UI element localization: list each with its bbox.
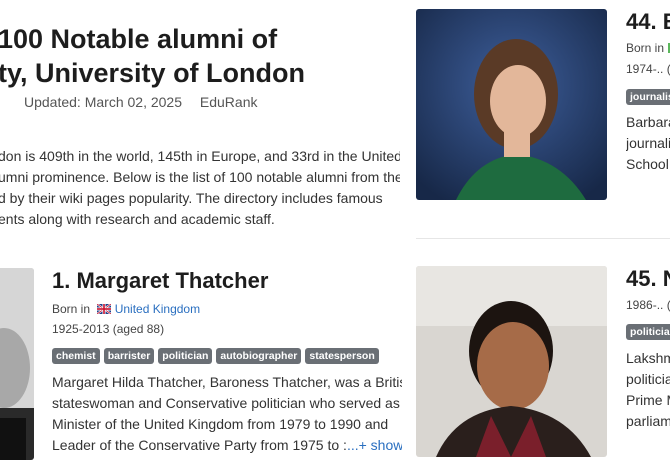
alumni-name-45[interactable]: 45. N (626, 266, 670, 292)
intro-line: ents along with research and academic st… (0, 211, 275, 227)
divider (416, 238, 670, 239)
source-name: EduRank (199, 94, 258, 110)
alumni-photo-44[interactable] (416, 9, 607, 200)
intro-line: don is 409th in the world, 145th in Euro… (0, 148, 400, 164)
alumni-name-thatcher[interactable]: 1. Margaret Thatcher (52, 268, 268, 294)
desc-line: Minister of the United Kingdom from 1979… (52, 416, 389, 432)
desc-line: Prime M (626, 392, 670, 408)
desc-line: Barbara (626, 114, 670, 130)
alumni-tags: chemist barrister politician autobiograp… (52, 348, 379, 364)
alumni-tags-44: journalis (626, 89, 670, 105)
intro-line: umni prominence. Below is the list of 10… (0, 169, 400, 185)
alumni-years-45: 1986-.. (a (626, 298, 670, 312)
alumni-description-45: Lakshm politicia Prime M parliam (626, 348, 670, 432)
desc-line: Margaret Hilda Thatcher, Baroness Thatch… (52, 374, 402, 390)
tag-chemist[interactable]: chemist (52, 348, 100, 364)
country-link[interactable]: United Kingdom (115, 302, 200, 316)
portrait-image (416, 266, 607, 457)
portrait-image (416, 9, 607, 200)
alumni-years-44: 1974-.. (a (626, 62, 670, 76)
alumni-description: Margaret Hilda Thatcher, Baroness Thatch… (52, 372, 402, 456)
alumni-photo-thatcher[interactable] (0, 268, 34, 460)
page-title-line-2: ty, University of London (0, 58, 306, 88)
alumni-birthplace-44: Born in (626, 41, 670, 55)
desc-line: School o (626, 156, 670, 172)
updated-date: Updated: March 02, 2025 (24, 94, 182, 110)
alumni-description-44: Barbara journali School o (626, 112, 670, 175)
uk-flag-icon (96, 304, 111, 314)
born-label: Born in (626, 41, 665, 55)
page-title-line-1: 100 Notable alumni of (0, 24, 278, 54)
born-label: Born in (52, 302, 91, 316)
tag-statesperson[interactable]: statesperson (305, 348, 379, 364)
alumni-photo-45[interactable] (416, 266, 607, 457)
desc-line: politicia (626, 371, 670, 387)
desc-last-text: Leader of the Conservative Party from 19… (52, 437, 347, 453)
tag-autobiographer[interactable]: autobiographer (216, 348, 302, 364)
alumni-years: 1925-2013 (aged 88) (52, 322, 165, 336)
tag-barrister[interactable]: barrister (103, 348, 155, 364)
intro-paragraph: don is 409th in the world, 145th in Euro… (0, 146, 400, 230)
desc-line: Leader of the Conservative Party from 19… (52, 435, 402, 456)
alumni-name-44[interactable]: 44. B (626, 9, 670, 35)
alumni-tags-45: politician (626, 324, 670, 340)
tag-politician[interactable]: politician (626, 324, 670, 340)
desc-line: journali (626, 135, 670, 151)
page-title: 100 Notable alumni of ty, University of … (0, 22, 305, 90)
update-info: Updated: March 02, 2025 EduRank (24, 94, 271, 110)
intro-line: d by their wiki pages popularity. The di… (0, 190, 383, 206)
tag-journalist[interactable]: journalis (626, 89, 670, 105)
portrait-image (0, 268, 34, 460)
show-more-link[interactable]: ...+ show m (347, 437, 402, 453)
alumni-birthplace: Born in United Kingdom (52, 302, 200, 316)
desc-line: Lakshm (626, 350, 670, 366)
desc-line: stateswoman and Conservative politician … (52, 395, 402, 411)
desc-line: parliam (626, 413, 670, 429)
tag-politician[interactable]: politician (158, 348, 213, 364)
